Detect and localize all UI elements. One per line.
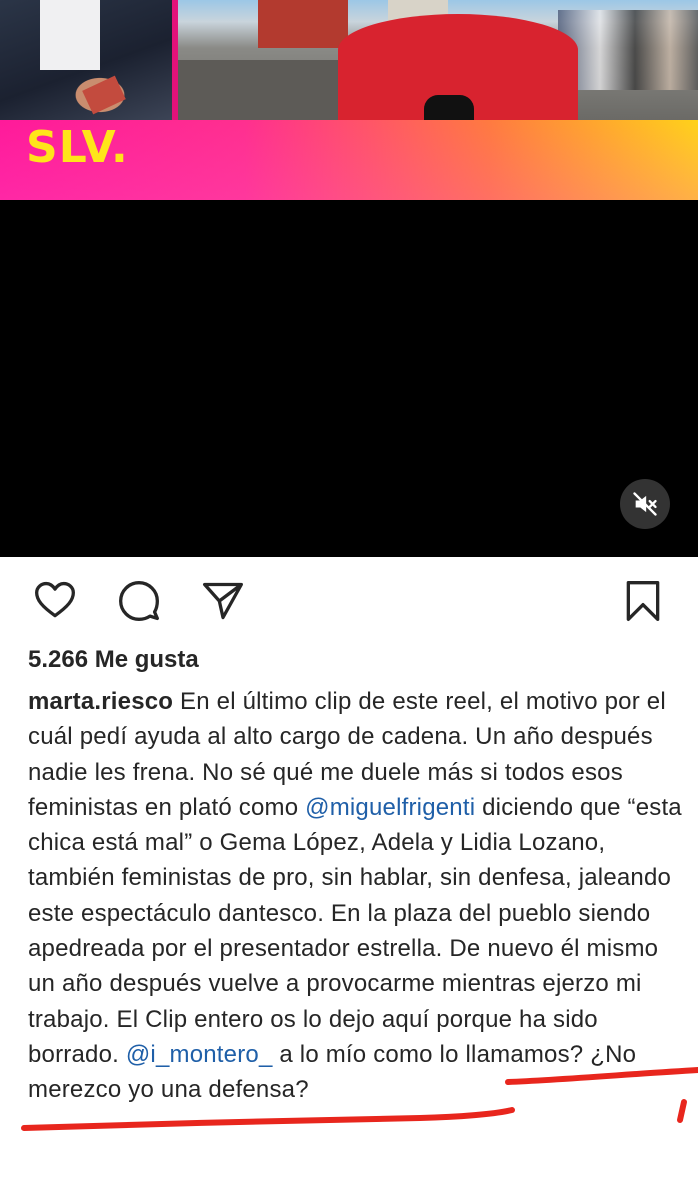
heart-icon [35,581,75,618]
caption-text-2: diciendo que “esta chica está mal” o Gem… [28,793,682,1068]
tv-show-banner: SLV. [0,120,698,200]
likes-count[interactable]: 5.266 Me gusta [28,646,199,674]
reel-video-player[interactable]: SLV. [0,0,698,557]
share-button[interactable] [200,578,246,624]
post-action-bar [0,570,698,630]
post-username[interactable]: marta.riesco [28,688,173,715]
save-button[interactable] [620,578,666,624]
comment-button[interactable] [116,578,162,624]
speaker-muted-icon [633,492,657,516]
send-paper-plane-icon [203,582,243,620]
mention-miguelfrigenti[interactable]: @miguelfrigenti [305,794,475,821]
video-frame-studio [0,0,178,120]
show-logo: SLV. [26,122,129,173]
post-caption: marta.riesco En el último clip de este r… [28,684,683,1108]
comment-bubble-icon [119,581,159,621]
bookmark-icon [626,581,660,621]
mention-i-montero[interactable]: @i_montero_ [126,1041,273,1068]
mute-button[interactable] [620,479,670,529]
video-frame-street [178,0,698,120]
like-button[interactable] [32,578,78,624]
